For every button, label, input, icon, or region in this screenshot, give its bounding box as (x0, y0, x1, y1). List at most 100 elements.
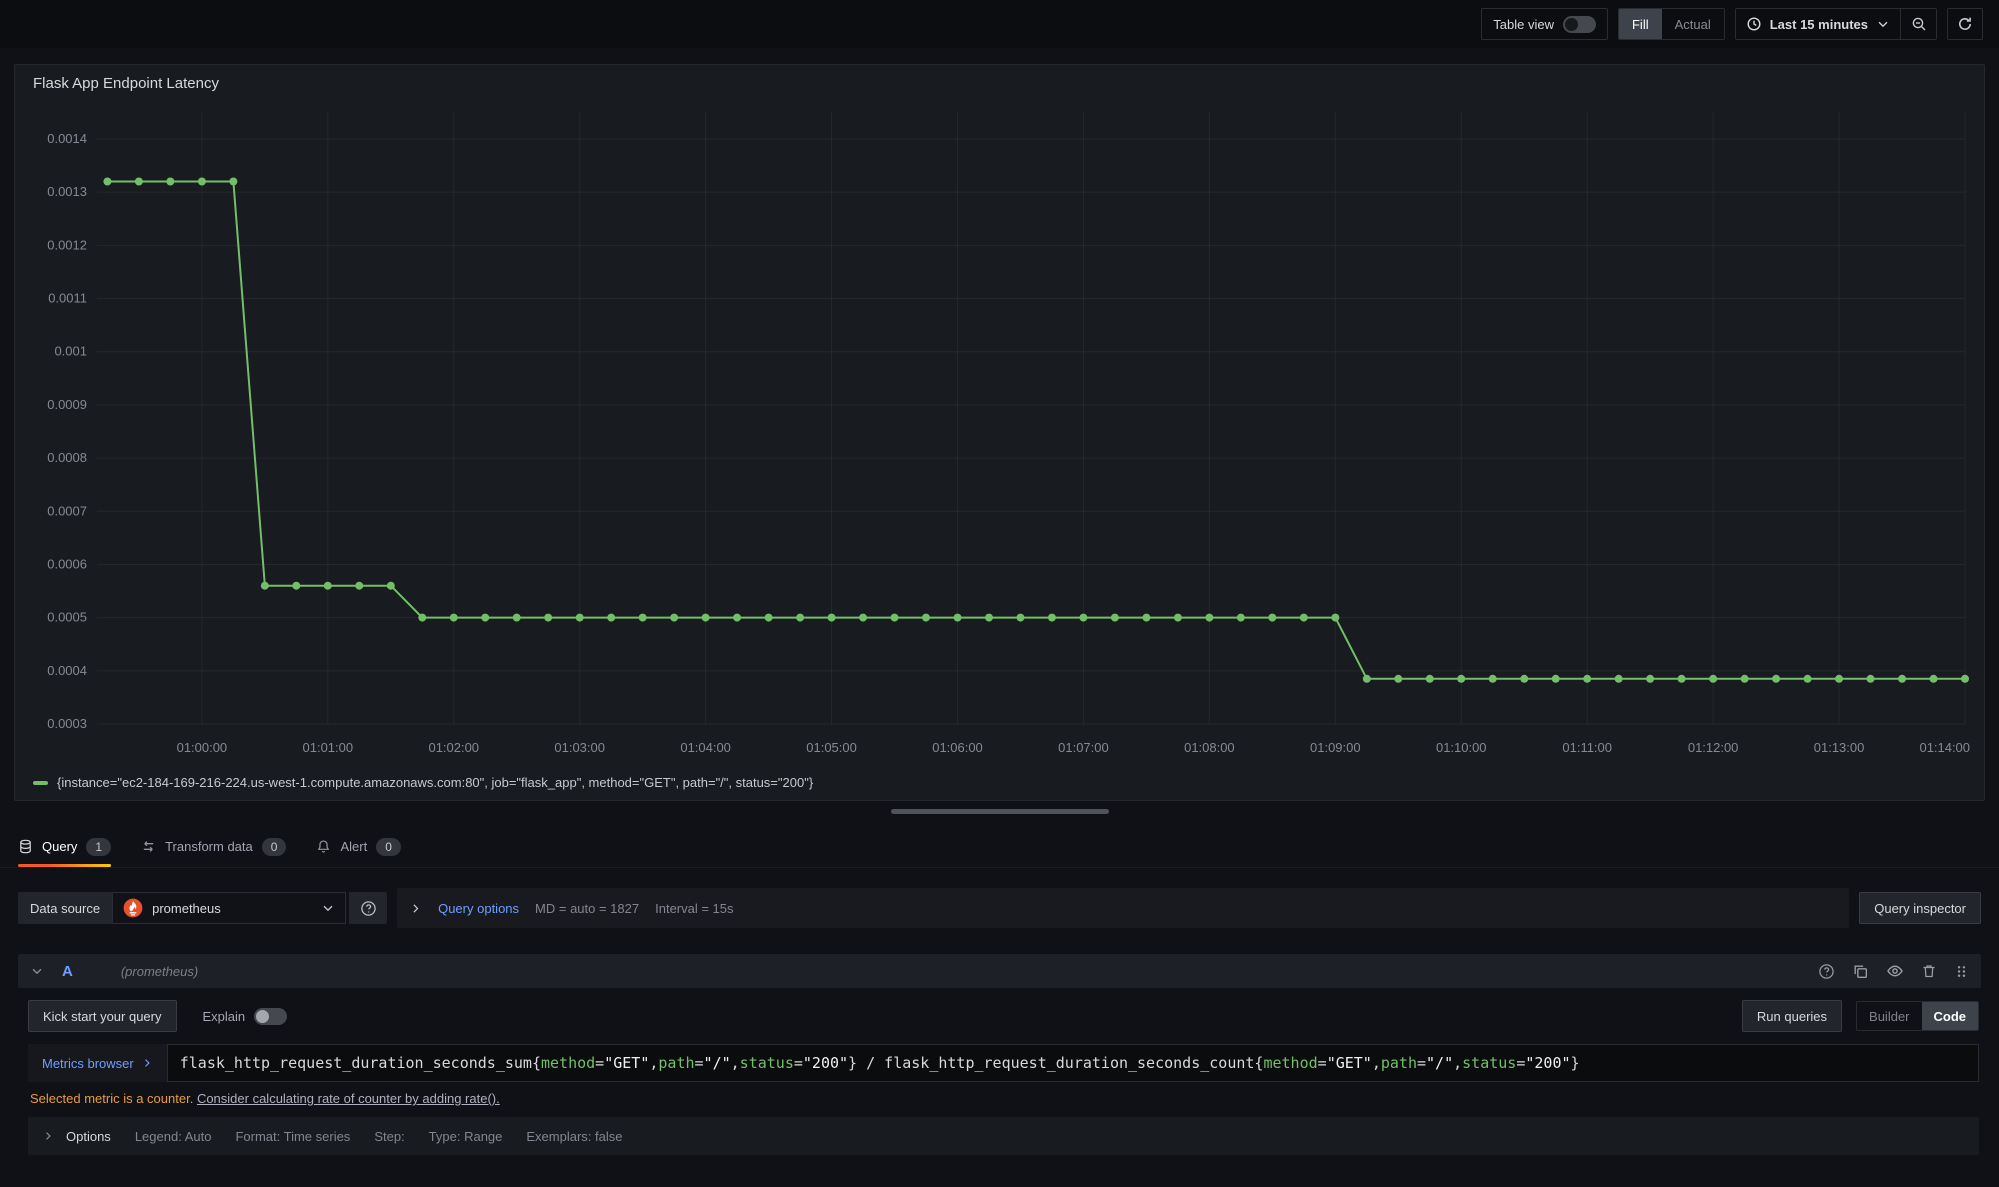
code-option[interactable]: Code (1922, 1002, 1979, 1030)
query-editor-row: A (prometheus) Kick start your query (18, 954, 1981, 1155)
actual-option[interactable]: Actual (1662, 9, 1724, 39)
data-point (103, 178, 111, 186)
refresh-button[interactable] (1947, 8, 1983, 40)
data-point (1961, 675, 1969, 683)
warning-rate-link[interactable]: Consider calculating rate of counter by … (197, 1091, 500, 1106)
datasource-label: Data source (18, 892, 112, 924)
panel-editor-toolbar: Table view Fill Actual Last 15 minutes (0, 0, 1999, 48)
bell-icon (316, 839, 331, 854)
x-axis-label: 01:14:00 (1919, 740, 1970, 755)
refresh-icon (1957, 16, 1973, 32)
promql-query-input[interactable]: flask_http_request_duration_seconds_sum{… (167, 1044, 1979, 1082)
tab-query-label: Query (42, 839, 77, 854)
query-options-header[interactable]: Query options MD = auto = 1827 Interval … (397, 888, 1849, 928)
trash-icon[interactable] (1921, 963, 1937, 979)
data-point (1615, 675, 1623, 683)
data-point (1804, 675, 1812, 683)
x-axis-label: 01:03:00 (554, 740, 605, 755)
fill-option[interactable]: Fill (1619, 9, 1662, 39)
database-icon (18, 839, 33, 854)
y-axis-label: 0.0012 (47, 237, 87, 252)
explain-toggle[interactable] (254, 1008, 287, 1025)
tab-alert[interactable]: Alert 0 (316, 826, 400, 867)
data-point (954, 614, 962, 622)
datasource-select[interactable]: prometheus (112, 892, 346, 924)
data-point (891, 614, 899, 622)
data-point (1174, 614, 1182, 622)
y-axis-label: 0.0007 (47, 503, 87, 518)
tab-transform-data[interactable]: Transform data 0 (141, 826, 286, 867)
data-point (1583, 675, 1591, 683)
series-color-mark (33, 781, 48, 785)
data-point (1835, 675, 1843, 683)
data-point (702, 614, 710, 622)
data-point (1489, 675, 1497, 683)
x-axis-label: 01:08:00 (1184, 740, 1235, 755)
time-range-group: Last 15 minutes (1735, 8, 1937, 40)
explain-control: Explain (203, 1008, 288, 1025)
data-point (765, 614, 773, 622)
fill-actual-segment: Fill Actual (1618, 8, 1725, 40)
data-point (1646, 675, 1654, 683)
x-axis-label: 01:05:00 (806, 740, 857, 755)
data-point (292, 582, 300, 590)
latency-chart[interactable]: 0.00140.00130.00120.00110.0010.00090.000… (27, 94, 1972, 770)
drag-handle-icon[interactable] (1954, 964, 1969, 979)
time-range-picker[interactable]: Last 15 minutes (1736, 9, 1900, 39)
y-axis-label: 0.0008 (47, 450, 87, 465)
kick-start-query-button[interactable]: Kick start your query (28, 1000, 177, 1032)
data-point (1426, 675, 1434, 683)
help-circle-icon[interactable] (1818, 963, 1835, 980)
query-options-summary-row[interactable]: Options Legend: Auto Format: Time series… (28, 1117, 1979, 1155)
duplicate-icon[interactable] (1852, 963, 1869, 980)
datasource-row: Data source prometheus Query options MD … (18, 888, 1981, 928)
eye-icon[interactable] (1886, 962, 1904, 980)
x-axis-label: 01:13:00 (1814, 740, 1865, 755)
y-axis-label: 0.0013 (47, 184, 87, 199)
query-row-header[interactable]: A (prometheus) (18, 954, 1981, 988)
table-view-control: Table view (1481, 8, 1608, 40)
data-point (1079, 614, 1087, 622)
table-view-toggle[interactable] (1563, 16, 1596, 33)
data-point (1520, 675, 1528, 683)
chevron-down-icon (1876, 17, 1890, 31)
chevron-right-icon (42, 1130, 54, 1142)
series-label[interactable]: {instance="ec2-184-169-216-224.us-west-1… (57, 775, 813, 790)
data-point (1237, 614, 1245, 622)
data-point (544, 614, 552, 622)
query-row-body: Kick start your query Explain Run querie… (18, 988, 1981, 1155)
latency-chart-svg[interactable]: 0.00140.00130.00120.00110.0010.00090.000… (27, 94, 1972, 770)
builder-option[interactable]: Builder (1857, 1002, 1921, 1030)
data-point (985, 614, 993, 622)
data-point (1552, 675, 1560, 683)
promql-query-text: flask_http_request_duration_seconds_sum{… (180, 1054, 1580, 1072)
data-point (387, 582, 395, 590)
data-point (418, 614, 426, 622)
metrics-browser-button[interactable]: Metrics browser (28, 1044, 167, 1082)
horizontal-scrollbar[interactable] (891, 809, 1109, 814)
x-axis-label: 01:00:00 (177, 740, 228, 755)
data-point (1268, 614, 1276, 622)
data-point (1678, 675, 1686, 683)
query-inspector-button[interactable]: Query inspector (1859, 892, 1981, 924)
zoom-out-button[interactable] (1900, 9, 1936, 39)
tab-alert-label: Alert (340, 839, 367, 854)
datasource-help-button[interactable] (349, 892, 387, 924)
data-point (1394, 675, 1402, 683)
datasource-name: prometheus (152, 901, 312, 916)
options-header[interactable]: Options (42, 1129, 111, 1144)
data-point (1772, 675, 1780, 683)
data-point (1930, 675, 1938, 683)
data-point (261, 582, 269, 590)
data-point (733, 614, 741, 622)
data-point (576, 614, 584, 622)
y-axis-label: 0.0005 (47, 610, 87, 625)
tab-alert-count: 0 (376, 838, 401, 856)
tab-query[interactable]: Query 1 (18, 826, 111, 867)
data-point (166, 178, 174, 186)
help-circle-icon (360, 900, 377, 917)
collapse-chevron-icon[interactable] (30, 964, 44, 978)
query-options-label[interactable]: Query options (438, 901, 519, 916)
editor-tabs: Query 1 Transform data 0 Alert 0 (0, 826, 1999, 868)
run-queries-button[interactable]: Run queries (1742, 1000, 1842, 1032)
